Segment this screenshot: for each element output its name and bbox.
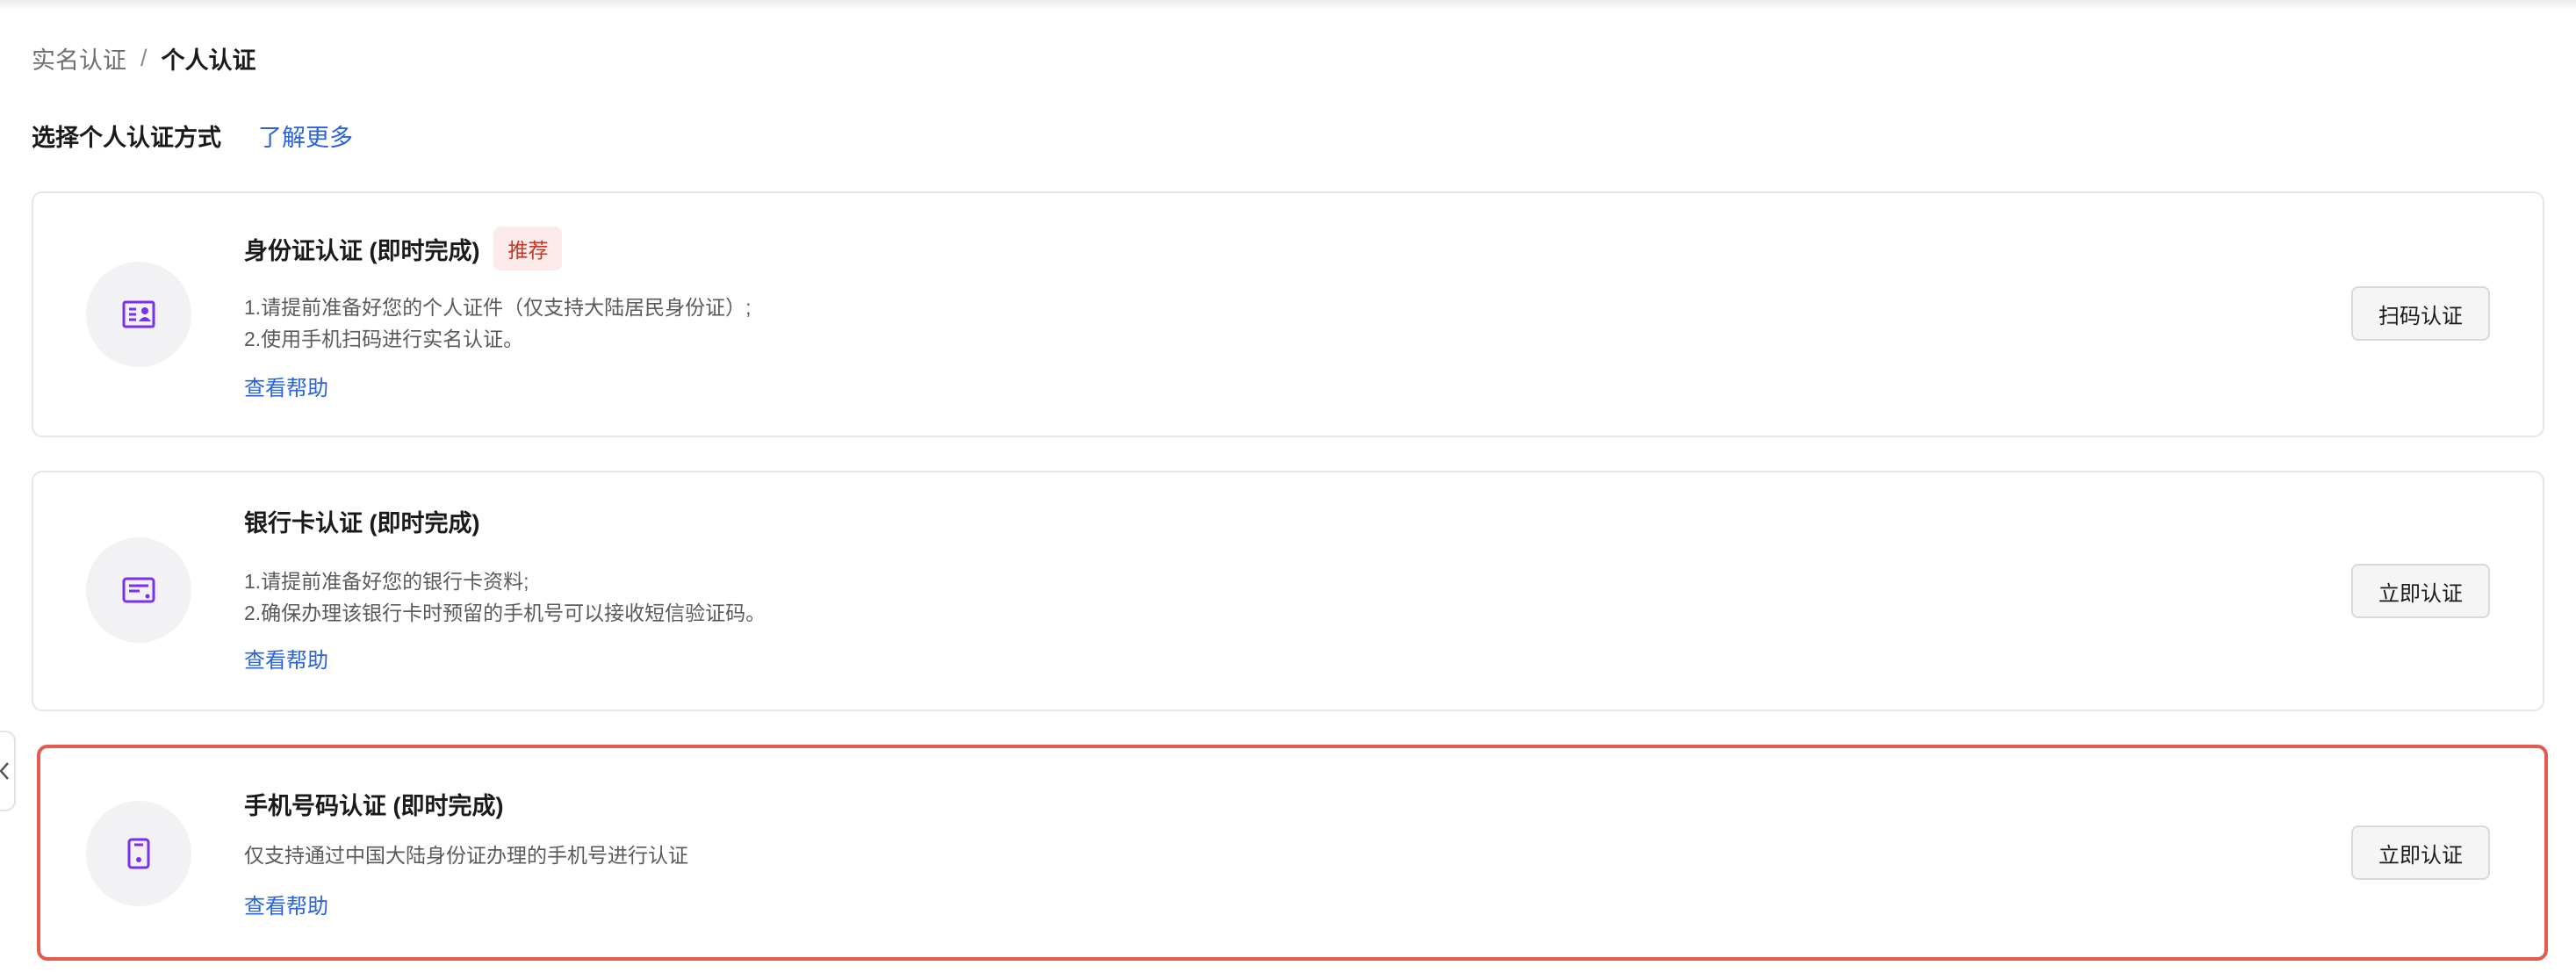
desc-line: 1.请提前准备好您的银行卡资料; [244, 570, 529, 593]
desc-line: 2.使用手机扫码进行实名认证。 [244, 328, 524, 350]
section-header: 选择个人认证方式 了解更多 [32, 118, 353, 153]
view-help-link[interactable]: 查看帮助 [244, 371, 328, 401]
mobile-auth-card: 手机号码认证 (即时完成) 仅支持通过中国大陆身份证办理的手机号进行认证 查看帮… [37, 745, 2548, 961]
card-title-row: 手机号码认证 (即时完成) [244, 787, 503, 821]
mobile-phone-icon [127, 838, 150, 869]
breadcrumb-current: 个人认证 [161, 47, 256, 74]
mobile-icon-circle [86, 801, 191, 906]
desc-line: 1.请提前准备好您的个人证件（仅支持大陆居民身份证）; [244, 296, 752, 319]
breadcrumb: 实名认证 / 个人认证 [32, 40, 256, 76]
chevron-left-icon [0, 762, 9, 780]
breadcrumb-separator: / [140, 44, 148, 71]
id-card-icon [122, 300, 155, 328]
top-bar-shadow [0, 0, 2576, 11]
card-title: 身份证认证 (即时完成) [244, 237, 480, 264]
learn-more-link[interactable]: 了解更多 [258, 119, 353, 153]
desc-line: 仅支持通过中国大陆身份证办理的手机号进行认证 [244, 844, 688, 867]
card-title-row: 银行卡认证 (即时完成) [244, 504, 479, 538]
bank-card-auth-card: 银行卡认证 (即时完成) 1.请提前准备好您的银行卡资料; 2.确保办理该银行卡… [32, 471, 2544, 711]
section-title: 选择个人认证方式 [32, 124, 221, 151]
verify-now-button[interactable]: 立即认证 [2351, 825, 2490, 880]
id-card-auth-card: 身份证认证 (即时完成) 推荐 1.请提前准备好您的个人证件（仅支持大陆居民身份… [32, 191, 2544, 437]
view-help-link[interactable]: 查看帮助 [244, 889, 328, 919]
card-description: 1.请提前准备好您的银行卡资料; 2.确保办理该银行卡时预留的手机号可以接收短信… [244, 566, 766, 629]
desc-line: 2.确保办理该银行卡时预留的手机号可以接收短信验证码。 [244, 602, 766, 624]
scan-auth-button[interactable]: 扫码认证 [2351, 286, 2490, 341]
view-help-link[interactable]: 查看帮助 [244, 643, 328, 674]
card-description: 仅支持通过中国大陆身份证办理的手机号进行认证 [244, 839, 688, 871]
card-title-row: 身份证认证 (即时完成) 推荐 [244, 227, 563, 270]
card-title: 银行卡认证 (即时完成) [244, 510, 480, 537]
verify-now-button[interactable]: 立即认证 [2351, 564, 2490, 618]
card-description: 1.请提前准备好您的个人证件（仅支持大陆居民身份证）; 2.使用手机扫码进行实名… [244, 292, 752, 355]
id-card-icon-circle [86, 262, 191, 367]
card-title: 手机号码认证 (即时完成) [244, 793, 504, 819]
breadcrumb-parent[interactable]: 实名认证 [32, 41, 126, 76]
bank-card-icon [122, 577, 155, 603]
sidebar-collapse-handle[interactable] [0, 731, 16, 811]
recommend-badge: 推荐 [493, 227, 563, 270]
bank-card-icon-circle [86, 537, 191, 643]
